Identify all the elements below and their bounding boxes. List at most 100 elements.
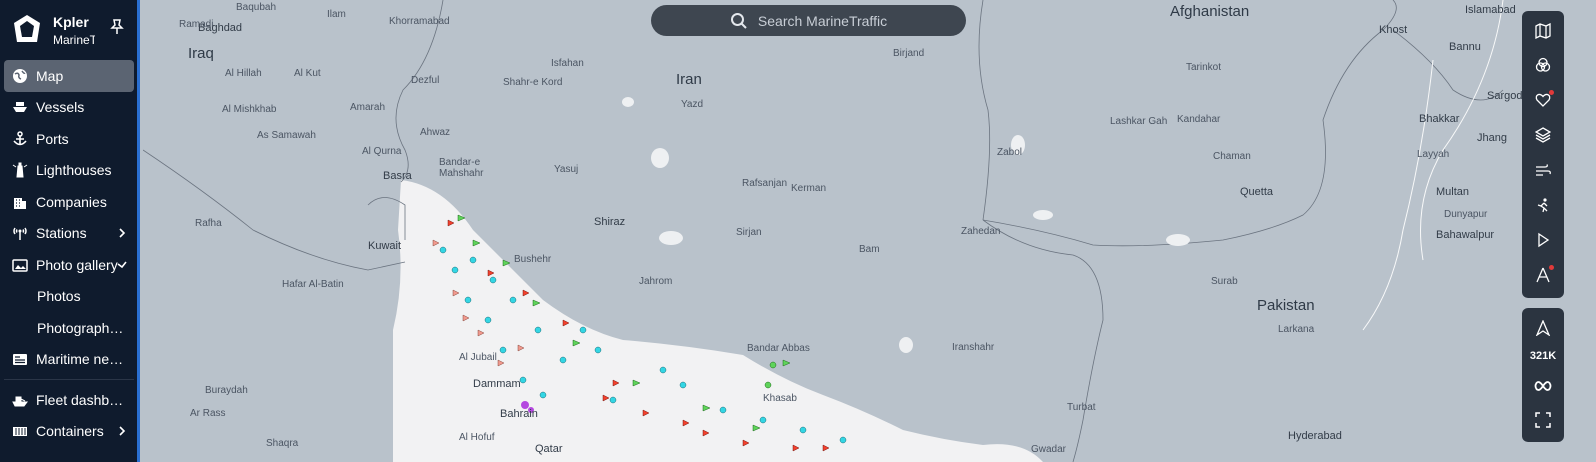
nav-item-photo-gallery[interactable]: Photo gallery xyxy=(4,249,134,281)
nav-item-companies[interactable]: Companies xyxy=(4,186,134,218)
nav-item-vessels[interactable]: Vessels xyxy=(4,92,134,124)
density-icon xyxy=(1537,198,1548,213)
nav-item-label: Maritime news xyxy=(36,351,124,368)
nav-item-stations[interactable]: Stations xyxy=(4,218,134,250)
brand[interactable]: Kpler MarineTraffic xyxy=(12,12,132,52)
city-label: Bhakkar xyxy=(1419,113,1460,125)
infinity-icon xyxy=(1534,381,1552,391)
favorites-button[interactable] xyxy=(1527,86,1559,114)
search-icon xyxy=(730,12,747,29)
country-label: Afghanistan xyxy=(1170,3,1250,20)
notification-dot xyxy=(1549,265,1554,270)
sidebar: Kpler MarineTraffic Map Vessels Ports Li… xyxy=(0,0,140,462)
nav-item-label: Containers xyxy=(36,423,104,440)
nav-item-label: Photos xyxy=(37,288,81,305)
photo-icon xyxy=(12,259,28,272)
layers-button[interactable] xyxy=(1527,121,1559,149)
place-label: Lashkar Gah xyxy=(1110,116,1168,127)
city-label: Bahawalpur xyxy=(1436,229,1495,241)
nav-item-label: Photographers xyxy=(37,319,125,336)
density-button[interactable] xyxy=(1527,191,1559,219)
nav-item-containers[interactable]: Containers xyxy=(4,416,134,448)
filters-icon xyxy=(1535,57,1551,72)
place-label: Kandahar xyxy=(1177,114,1221,125)
place-label: Al Qurna xyxy=(362,146,402,157)
city-label: Basra xyxy=(383,170,412,182)
place-label: Surab xyxy=(1211,276,1238,287)
fullscreen-button[interactable] xyxy=(1527,406,1559,434)
place-label: Iranshahr xyxy=(952,342,995,353)
nav-item-label: Companies xyxy=(36,193,107,210)
country-label: Iran xyxy=(676,71,702,88)
place-label: Hafar Al-Batin xyxy=(282,279,344,290)
place-label: Bam xyxy=(859,244,880,255)
place-label: Ramadi xyxy=(179,19,214,30)
place-label: Jahrom xyxy=(639,276,673,287)
place-label: Tarinkot xyxy=(1186,62,1222,73)
lake xyxy=(1166,234,1190,246)
pin-icon[interactable] xyxy=(108,18,126,36)
city-label: Shiraz xyxy=(594,216,626,228)
nav-item-ports[interactable]: Ports xyxy=(4,123,134,155)
weather-button[interactable] xyxy=(1527,156,1559,184)
nav-item-photographers[interactable]: Photographers xyxy=(4,312,134,344)
map-canvas[interactable]: Iraq Iran Afghanistan Pakistan Baghdad B… xyxy=(143,0,1596,462)
chevron-right-icon xyxy=(119,425,126,436)
place-label: Yasuj xyxy=(554,164,579,175)
nav-item-label: Map xyxy=(36,67,64,84)
infinity-button[interactable] xyxy=(1527,372,1559,400)
play-icon xyxy=(1538,232,1550,248)
place-label: Al Kut xyxy=(294,68,321,79)
place-label: Turbat xyxy=(1067,402,1096,413)
anchor-icon xyxy=(13,131,27,146)
city-label: Kuwait xyxy=(368,240,402,252)
place-label: Al Mishkhab xyxy=(222,104,277,115)
city-label: Qatar xyxy=(535,443,563,455)
chevron-right-icon xyxy=(119,227,126,238)
place-label: Gwadar xyxy=(1031,444,1067,455)
vessel-count: 321K xyxy=(1527,342,1559,370)
notification-dot xyxy=(1549,90,1554,95)
map-toolbar xyxy=(1522,11,1564,298)
lighthouse-icon xyxy=(12,162,28,178)
building-icon xyxy=(14,197,26,209)
place-label: Ahwaz xyxy=(420,127,451,138)
nav-item-map[interactable]: Map xyxy=(4,60,134,92)
measure-icon xyxy=(1536,267,1550,283)
city-label: Khost xyxy=(1379,24,1408,36)
filters-button[interactable] xyxy=(1527,51,1559,79)
place-label: Ar Rass xyxy=(190,408,226,419)
nav-item-label: Stations xyxy=(36,225,87,242)
map-layers-button[interactable] xyxy=(1527,17,1559,45)
nav-item-lighthouses[interactable]: Lighthouses xyxy=(4,155,134,187)
city-label: Dammam xyxy=(473,378,521,390)
nav-item-label: Lighthouses xyxy=(36,162,112,179)
place-label: Al Hillah xyxy=(225,68,262,79)
nav-item-label: Ports xyxy=(36,130,69,147)
nav-item-maritime-news[interactable]: Maritime news xyxy=(4,344,134,376)
place-label: Dunyapur xyxy=(1444,209,1488,220)
nav-item-label: Fleet dashboard xyxy=(36,391,124,408)
city-label: Jhang xyxy=(1477,132,1507,144)
place-label: Kerman xyxy=(791,183,827,194)
ship-icon xyxy=(13,102,27,113)
measure-button[interactable] xyxy=(1527,261,1559,289)
nav-menu: Map Vessels Ports Lighthouses Companies … xyxy=(4,60,134,447)
search-bar[interactable]: Search MarineTraffic xyxy=(651,5,966,36)
country-label: Pakistan xyxy=(1257,297,1315,314)
chevron-down-icon xyxy=(117,261,127,269)
lake xyxy=(622,97,634,107)
map-toolbar-secondary: 321K xyxy=(1522,308,1564,442)
place-label: Layyah xyxy=(1417,149,1450,160)
navigate-icon xyxy=(1535,320,1551,336)
place-label: Al Jubail xyxy=(459,352,497,363)
place-label: Baqubah xyxy=(236,2,277,13)
nav-divider xyxy=(4,379,134,380)
place-label: Shahr-e Kord xyxy=(503,77,563,88)
lake xyxy=(651,148,669,168)
navigate-button[interactable] xyxy=(1527,314,1559,342)
play-button[interactable] xyxy=(1527,226,1559,254)
nav-item-photos[interactable]: Photos xyxy=(4,281,134,313)
lake xyxy=(1033,210,1053,220)
nav-item-fleet-dashboard[interactable]: Fleet dashboard xyxy=(4,384,134,416)
